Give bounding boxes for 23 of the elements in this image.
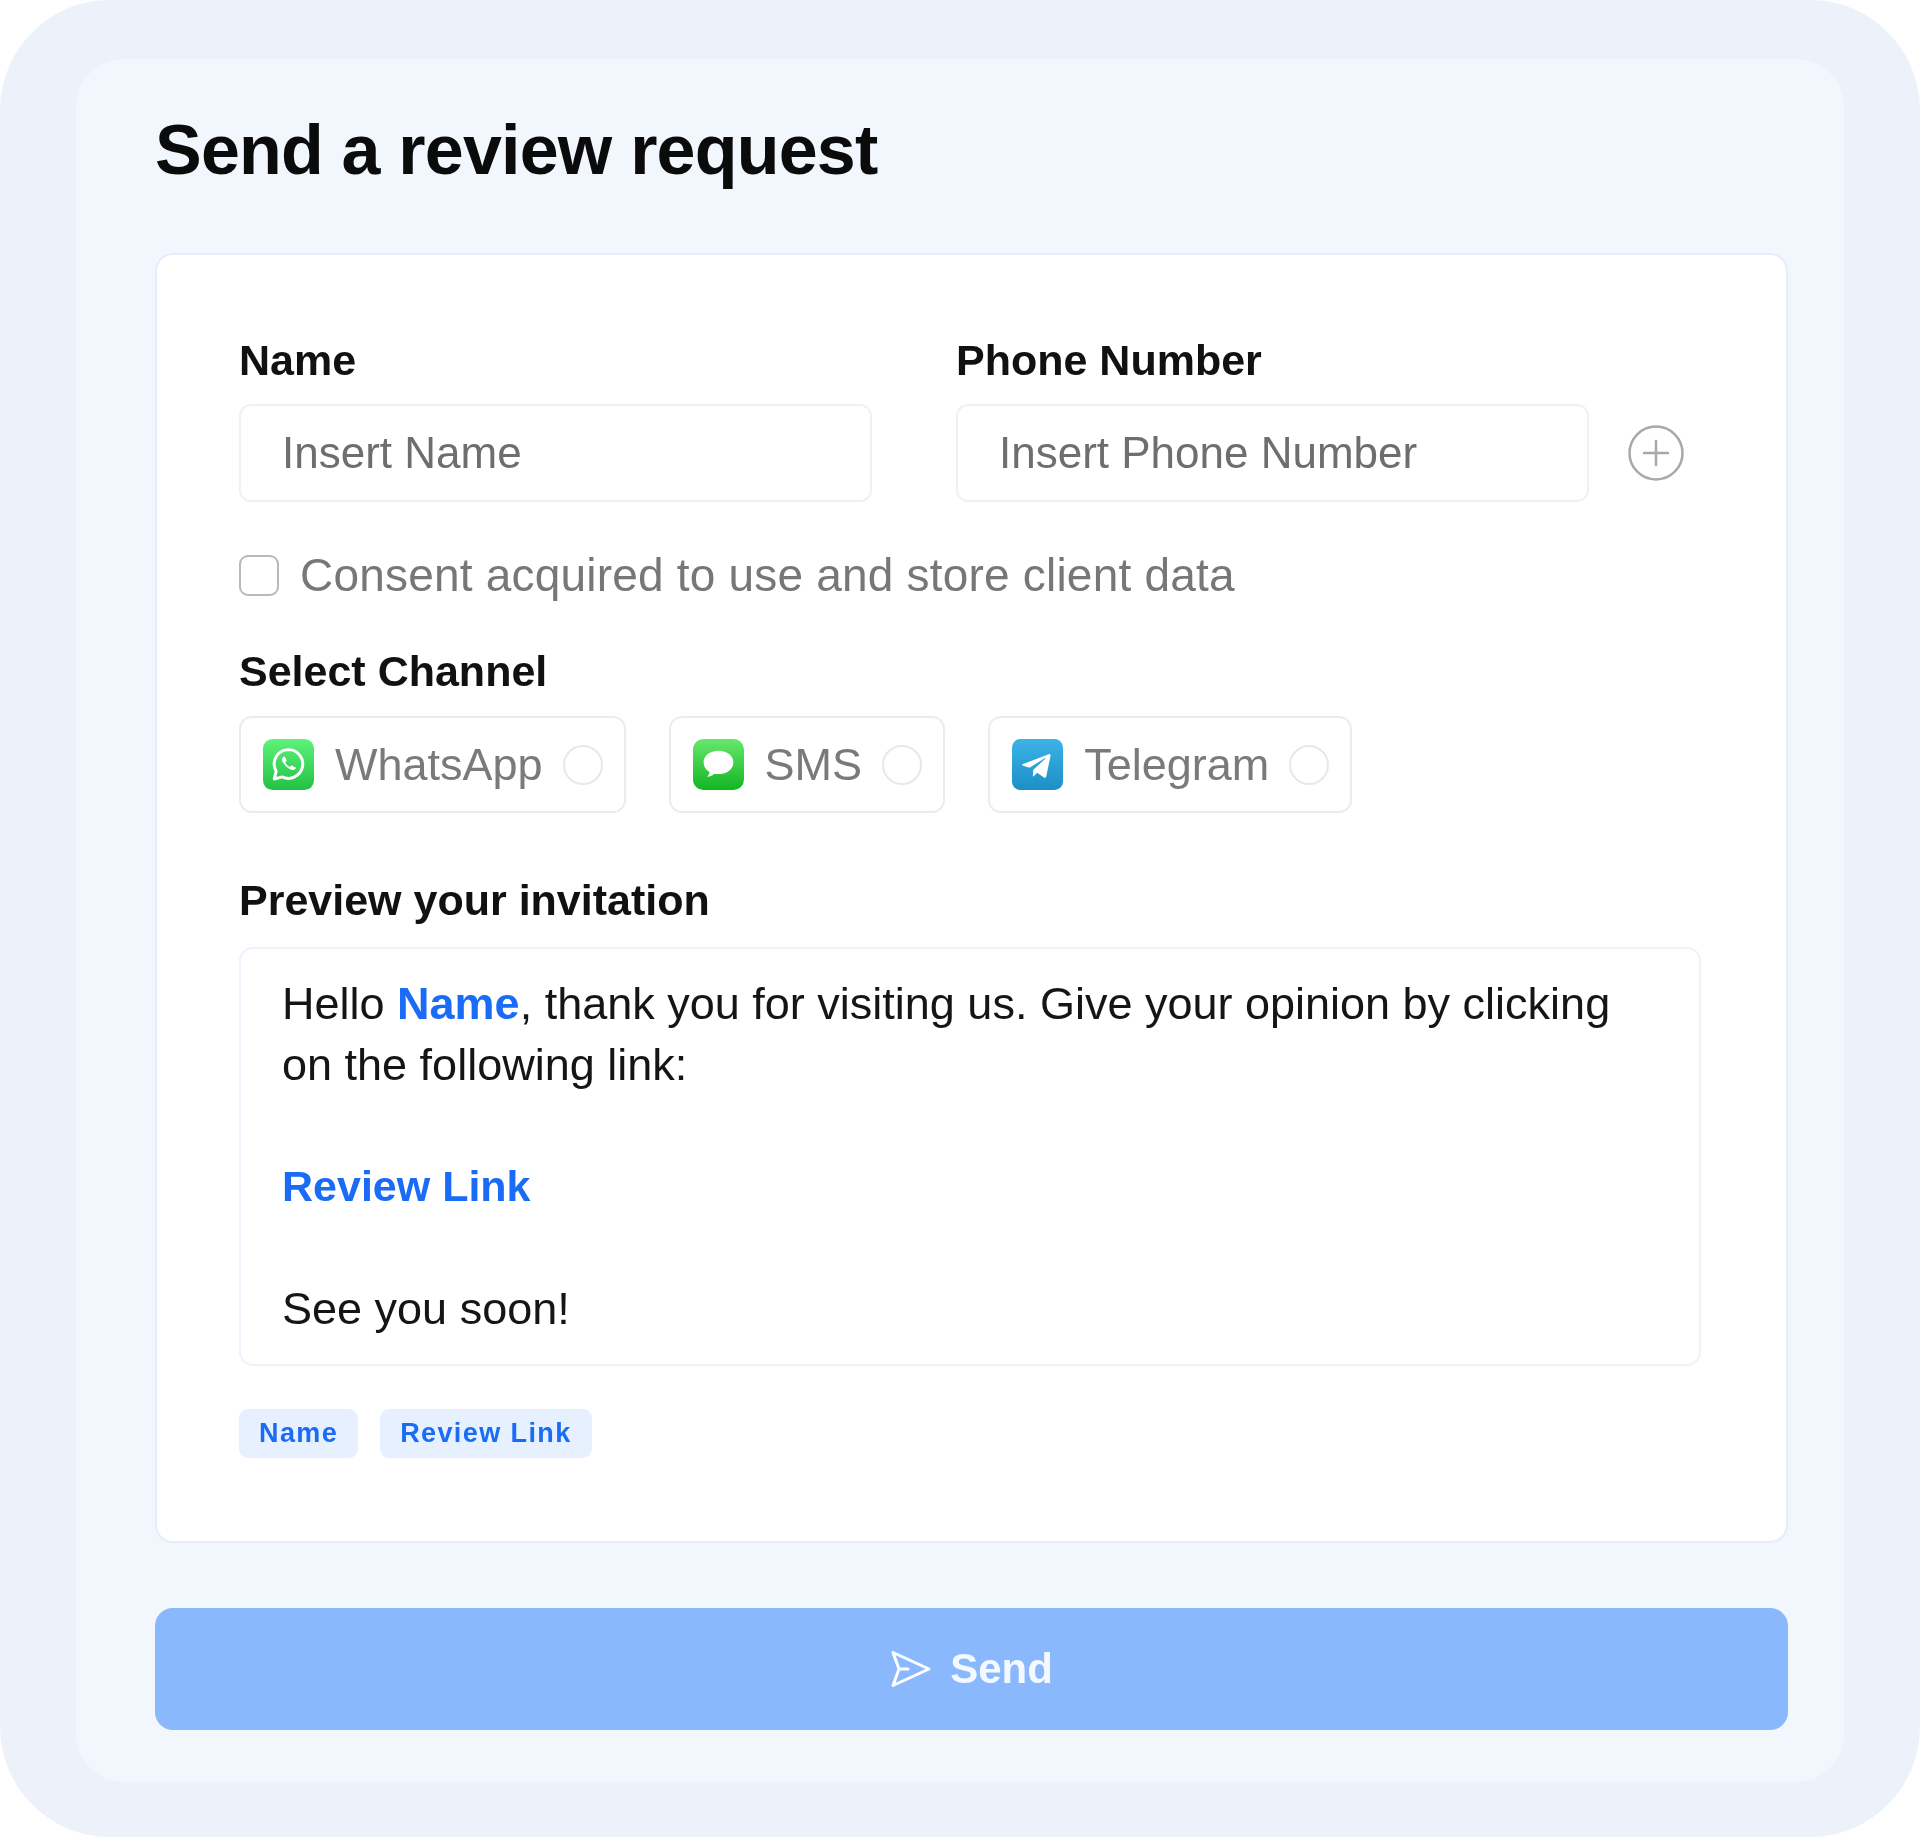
insert-tag[interactable]: Review Link — [380, 1409, 592, 1458]
section-label: Select Channel — [239, 646, 548, 697]
consent-checkbox[interactable] — [239, 554, 279, 596]
send-icon — [890, 1649, 933, 1689]
text-input[interactable]: Insert Name — [239, 404, 872, 502]
plus-circle-icon — [1628, 425, 1684, 481]
chat-phone-icon — [263, 739, 314, 790]
message-text: See you soon! — [282, 1282, 571, 1336]
channel-option[interactable]: WhatsApp — [239, 716, 626, 813]
field-label: Name — [239, 335, 357, 386]
phone-input[interactable]: Insert Phone Number — [956, 404, 1589, 502]
section-label: Preview your invitation — [239, 875, 710, 926]
speech-bubble-icon — [692, 739, 744, 790]
field-label: Phone Number — [956, 335, 1262, 386]
add-phone-button[interactable] — [1628, 425, 1684, 481]
insert-tag[interactable]: Name — [239, 1409, 359, 1458]
channel-option[interactable]: SMS — [668, 716, 946, 813]
paper-plane-icon — [1012, 739, 1064, 790]
consent-label: Consent acquired to use and store client data — [300, 549, 1235, 601]
message-text: Hello Name, thank you for visiting us. Give your opinion by clicking on the following link: — [282, 977, 1612, 1092]
channel-option[interactable]: Telegram — [988, 716, 1353, 813]
review-link[interactable]: Review Link — [282, 1156, 531, 1217]
dialog-title: Send a review request — [155, 111, 878, 190]
